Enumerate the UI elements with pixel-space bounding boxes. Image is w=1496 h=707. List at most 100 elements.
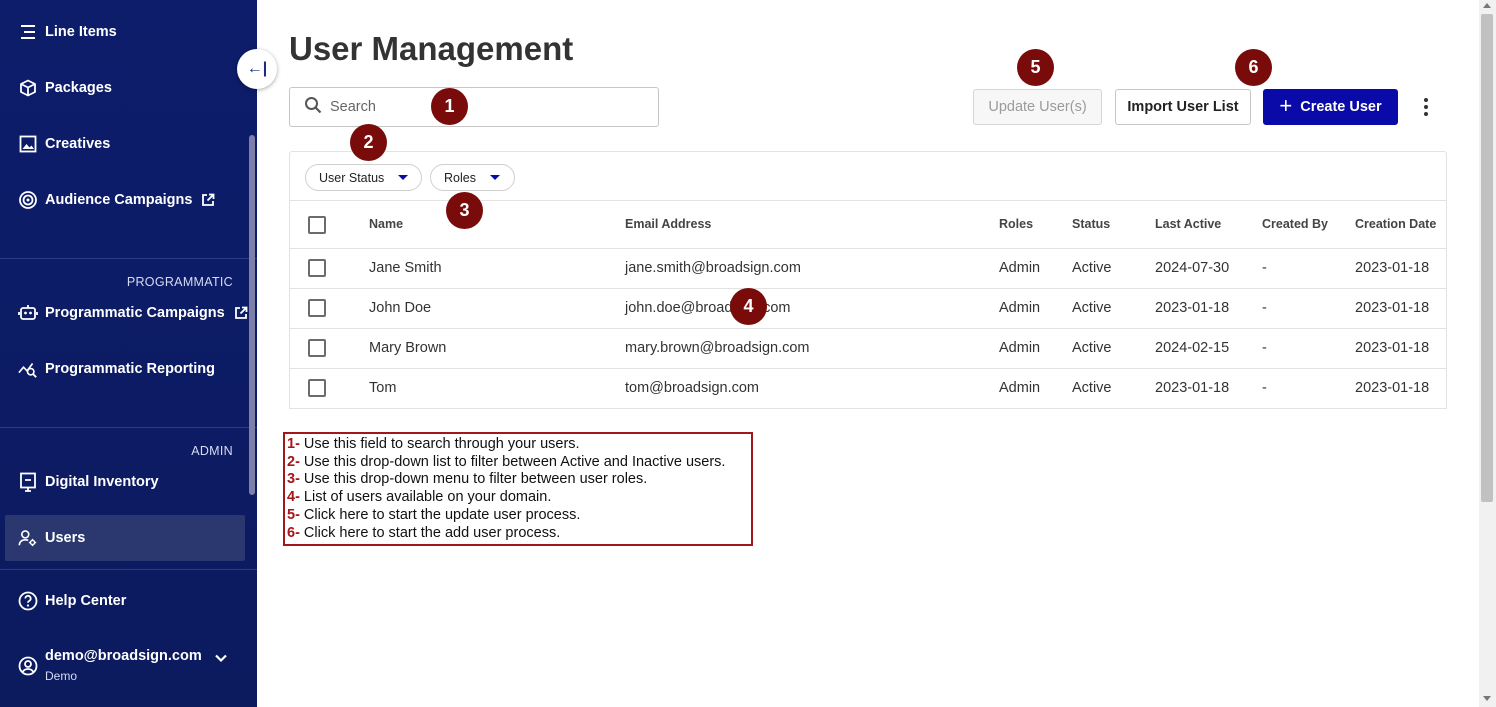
more-options-icon[interactable] (1416, 95, 1436, 119)
cell-status: Active (1072, 380, 1112, 396)
column-header-created-by[interactable]: Created By (1262, 217, 1328, 231)
cell-creation-date: 2023-01-18 (1355, 340, 1430, 356)
sidebar-item-users[interactable]: Users (18, 526, 85, 550)
column-header-status[interactable]: Status (1072, 217, 1110, 231)
sidebar-scrollbar[interactable] (249, 135, 255, 495)
cell-name[interactable]: Mary Brown (369, 340, 446, 356)
cell-created-by: - (1262, 260, 1267, 276)
annotation-marker-4: 4 (730, 288, 767, 325)
table-divider (290, 368, 1446, 369)
column-header-name[interactable]: Name (369, 217, 403, 231)
sidebar-item-label: Packages (45, 80, 112, 96)
user-status-filter-label: User Status (319, 170, 385, 185)
table-divider (290, 288, 1446, 289)
import-user-list-button[interactable]: Import User List (1115, 89, 1251, 125)
roles-filter-label: Roles (444, 170, 476, 185)
sidebar-item-label: Line Items (45, 24, 117, 40)
annotation-legend: 1- Use this field to search through your… (283, 432, 753, 546)
column-header-email[interactable]: Email Address (625, 217, 711, 231)
page-scrollbar[interactable] (1479, 0, 1496, 707)
sidebar-item-audience-campaigns[interactable]: Audience Campaigns (18, 188, 215, 212)
sidebar-item-label: Creatives (45, 136, 111, 152)
user-status-filter[interactable]: User Status (305, 164, 422, 191)
cell-roles: Admin (999, 300, 1041, 316)
legend-line: 4- List of users available on your domai… (287, 489, 552, 506)
cell-email: mary.brown@broadsign.com (625, 340, 810, 356)
column-header-creation-date[interactable]: Creation Date (1355, 217, 1436, 231)
sidebar-item-line-items[interactable]: Line Items (18, 20, 117, 44)
cell-name[interactable]: John Doe (369, 300, 431, 316)
column-header-roles[interactable]: Roles (999, 217, 1033, 231)
cell-created-by: - (1262, 300, 1267, 316)
column-header-last-active[interactable]: Last Active (1155, 217, 1221, 231)
sidebar-item-programmatic-campaigns[interactable]: Programmatic Campaigns (18, 301, 248, 325)
row-checkbox[interactable] (308, 259, 326, 277)
scrollbar-thumb[interactable] (1481, 14, 1493, 502)
chevron-down-icon[interactable] (214, 651, 228, 683)
table-divider (290, 248, 1446, 249)
user-name: Demo (45, 669, 78, 683)
legend-line: 2- Use this drop-down list to filter bet… (287, 453, 726, 470)
sidebar-item-label: Help Center (45, 593, 127, 609)
cell-created-by: - (1262, 380, 1267, 396)
plus-icon: + (1279, 93, 1293, 118)
annotation-marker-3: 3 (446, 192, 483, 229)
list-icon (18, 22, 38, 42)
create-user-button[interactable]: + Create User (1263, 89, 1398, 125)
user-account-menu[interactable]: demo@broadsign.com Demo (18, 648, 228, 683)
section-label-programmatic: PROGRAMMATIC (126, 275, 233, 289)
create-user-label: Create User (1300, 99, 1382, 115)
cell-email: jane.smith@broadsign.com (625, 260, 801, 276)
account-circle-icon (18, 656, 38, 676)
sidebar-item-programmatic-reporting[interactable]: Programmatic Reporting (18, 357, 215, 381)
table-divider (290, 328, 1446, 329)
section-label-admin: ADMIN (191, 444, 233, 458)
select-all-checkbox[interactable] (308, 216, 326, 234)
users-gear-icon (18, 528, 38, 548)
roles-filter[interactable]: Roles (430, 164, 515, 191)
external-link-icon (201, 193, 215, 207)
sidebar-divider (0, 427, 257, 428)
sidebar-item-digital-inventory[interactable]: Digital Inventory (18, 470, 159, 494)
user-info: demo@broadsign.com Demo (45, 648, 202, 683)
legend-line: 3- Use this drop-down menu to filter bet… (287, 471, 648, 488)
cell-email: tom@broadsign.com (625, 380, 759, 396)
scroll-up-arrow-icon[interactable] (1483, 3, 1491, 8)
cell-roles: Admin (999, 260, 1041, 276)
sidebar-item-packages[interactable]: Packages (18, 76, 112, 100)
cell-roles: Admin (999, 380, 1041, 396)
cell-last-active: 2024-07-30 (1155, 260, 1230, 276)
legend-line: 5- Click here to start the update user p… (287, 506, 581, 523)
sidebar: Line Items Packages Creatives Audience C… (0, 0, 257, 707)
caret-down-icon (398, 175, 409, 180)
sidebar-item-label: Audience Campaigns (45, 192, 193, 208)
page-title: User Management (289, 30, 574, 67)
chart-search-icon (18, 359, 38, 379)
cell-name[interactable]: Jane Smith (369, 260, 442, 276)
search-box[interactable] (289, 87, 659, 127)
sidebar-item-creatives[interactable]: Creatives (18, 132, 110, 156)
annotation-marker-6: 6 (1235, 49, 1272, 86)
scroll-down-arrow-icon[interactable] (1483, 696, 1491, 701)
sidebar-item-help-center[interactable]: Help Center (18, 589, 126, 613)
update-users-button[interactable]: Update User(s) (973, 89, 1102, 125)
collapse-sidebar-button[interactable]: ←| (237, 49, 277, 89)
sidebar-item-label: Programmatic Reporting (45, 361, 215, 377)
row-checkbox[interactable] (308, 379, 326, 397)
row-checkbox[interactable] (308, 299, 326, 317)
external-link-icon (234, 306, 248, 320)
annotation-marker-2: 2 (350, 124, 387, 161)
cell-status: Active (1072, 260, 1112, 276)
sidebar-divider (0, 569, 257, 570)
package-icon (18, 78, 38, 98)
cell-name[interactable]: Tom (369, 380, 396, 396)
cell-last-active: 2023-01-18 (1155, 300, 1230, 316)
row-checkbox[interactable] (308, 339, 326, 357)
search-input[interactable] (330, 99, 630, 115)
legend-line: 6- Click here to start the add user proc… (287, 524, 561, 541)
cell-roles: Admin (999, 340, 1041, 356)
sidebar-item-label: Users (45, 530, 86, 546)
robot-icon (18, 303, 38, 323)
sidebar-divider (0, 258, 257, 259)
cell-creation-date: 2023-01-18 (1355, 260, 1430, 276)
